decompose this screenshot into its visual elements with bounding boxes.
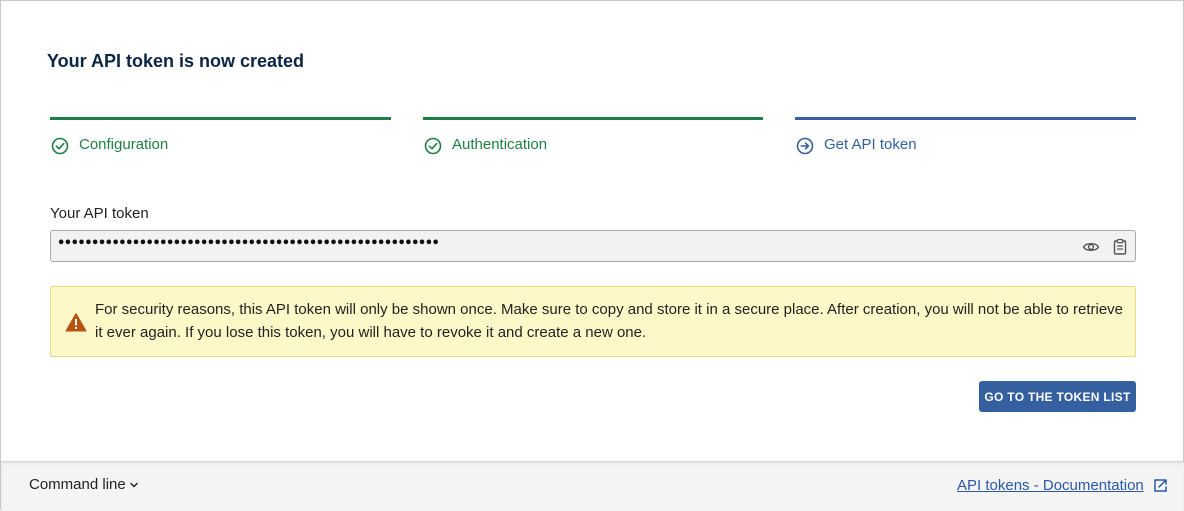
- documentation-link[interactable]: API tokens - Documentation: [957, 477, 1144, 494]
- warning-triangle-icon: [65, 313, 87, 332]
- command-line-label: Command line: [29, 476, 126, 493]
- step-configuration: Configuration: [50, 117, 391, 161]
- check-circle-icon: [51, 137, 69, 155]
- step-label: Configuration: [79, 136, 169, 153]
- stepper: Configuration Authentication Get API tok…: [50, 117, 1136, 161]
- warning-text: For security reasons, this API token wil…: [95, 301, 1124, 341]
- go-to-token-list-button[interactable]: GO TO THE TOKEN LIST: [979, 381, 1136, 412]
- command-line-toggle[interactable]: Command line: [29, 476, 139, 493]
- step-authentication: Authentication: [423, 117, 763, 161]
- eye-icon[interactable]: [1081, 237, 1101, 257]
- step-label: Get API token: [824, 136, 917, 153]
- page-title: Your API token is now created: [47, 51, 305, 71]
- check-circle-icon: [424, 137, 442, 155]
- step-bar: [423, 117, 763, 120]
- security-warning: For security reasons, this API token wil…: [50, 286, 1136, 357]
- arrow-right-circle-icon: [796, 137, 814, 155]
- step-get-api-token: Get API token: [795, 117, 1136, 161]
- step-label: Authentication: [452, 136, 548, 153]
- external-link-icon[interactable]: [1153, 478, 1168, 493]
- chevron-down-icon: [129, 482, 138, 488]
- api-token-field[interactable]: ••••••••••••••••••••••••••••••••••••••••…: [50, 230, 1136, 262]
- step-bar: [50, 117, 391, 120]
- token-created-panel: Your API token is now created Configurat…: [0, 0, 1184, 511]
- clipboard-icon[interactable]: [1110, 237, 1130, 257]
- token-field-label: Your API token: [50, 205, 149, 222]
- footer-bar: Command line API tokens - Documentation: [1, 461, 1184, 511]
- step-bar: [795, 117, 1136, 120]
- api-token-value: ••••••••••••••••••••••••••••••••••••••••…: [57, 236, 440, 251]
